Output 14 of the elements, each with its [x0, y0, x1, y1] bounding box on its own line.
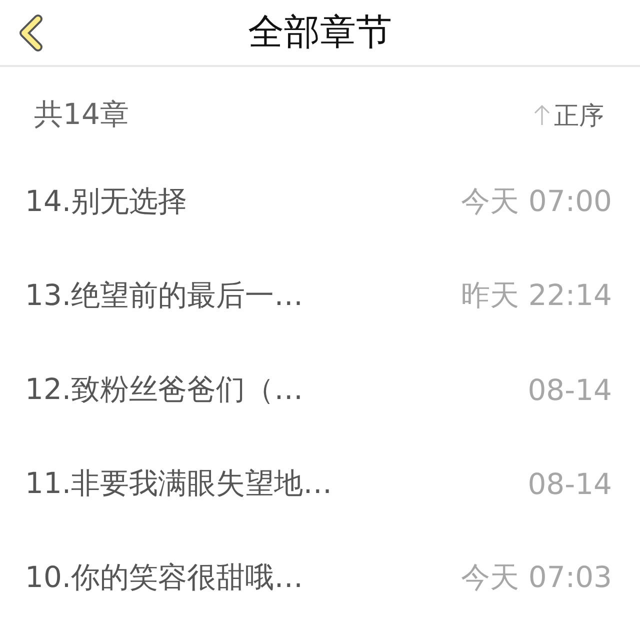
chapter-time: 今天 07:03	[461, 559, 612, 596]
chapter-time: 08-14	[528, 373, 612, 407]
chapter-title[interactable]: 10.你的笑容很甜哦…	[25, 558, 304, 598]
chapter-time: 今天 07:00	[461, 183, 612, 220]
sort-button[interactable]: 正序	[534, 98, 604, 132]
chapter-title[interactable]: 13.绝望前的最后一…	[25, 276, 304, 316]
chapter-title[interactable]: 11.非要我满眼失望地…	[25, 464, 332, 504]
up-arrow-icon	[534, 104, 550, 126]
chapter-time: 昨天 22:14	[461, 277, 612, 314]
chapter-title[interactable]: 12.致粉丝爸爸们（…	[25, 370, 304, 410]
chapter-time: 08-14	[528, 467, 612, 501]
chapter-count: 共14章	[34, 96, 129, 133]
chapter-title[interactable]: 14.别无选择	[25, 182, 188, 222]
page-title: 全部章节	[248, 11, 392, 55]
